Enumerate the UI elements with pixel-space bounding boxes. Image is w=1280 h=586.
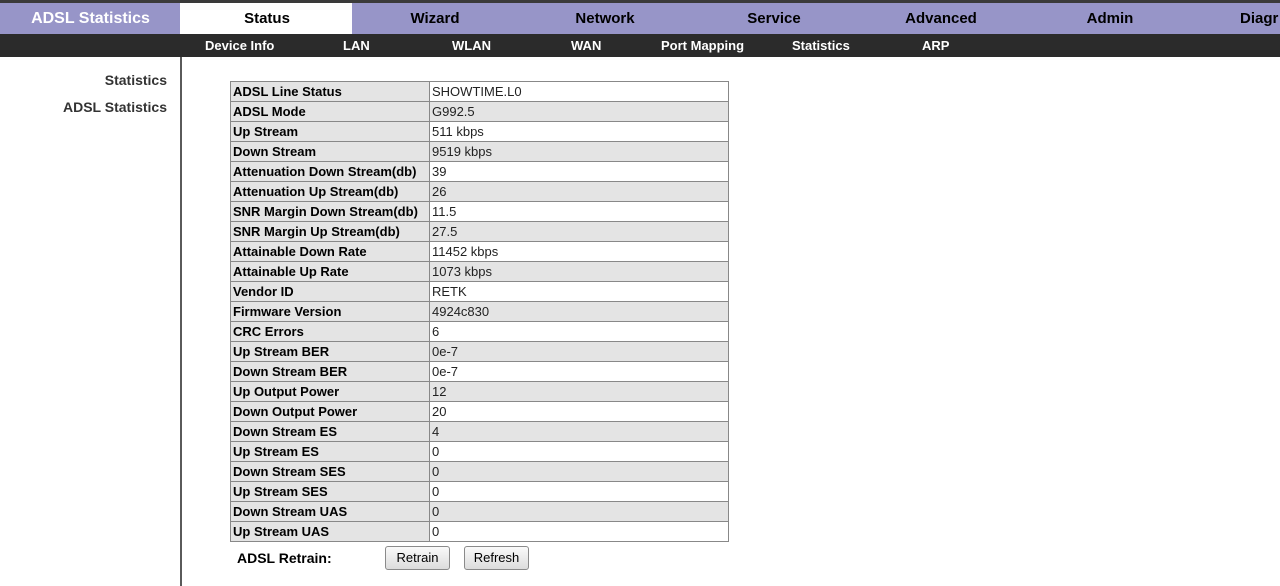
- table-row: Vendor ID RETK: [230, 281, 729, 302]
- tab-network[interactable]: Network: [520, 3, 690, 34]
- page-title: ADSL Statistics: [0, 3, 181, 34]
- stat-label: Up Stream ES: [230, 441, 430, 462]
- stat-label: ADSL Mode: [230, 101, 430, 122]
- stat-value: 9519 kbps: [429, 141, 729, 162]
- sidebar-item-statistics[interactable]: Statistics: [105, 72, 167, 88]
- stat-label: Up Stream BER: [230, 341, 430, 362]
- stat-value: 0: [429, 501, 729, 522]
- stat-value: 12: [429, 381, 729, 402]
- table-row: Down Stream ES 4: [230, 421, 729, 442]
- stat-value: 39: [429, 161, 729, 182]
- stat-value: 0e-7: [429, 361, 729, 382]
- table-row: CRC Errors 6: [230, 321, 729, 342]
- stat-label: Down Stream UAS: [230, 501, 430, 522]
- stat-label: Up Stream UAS: [230, 521, 430, 542]
- table-row: Down Stream UAS 0: [230, 501, 729, 522]
- table-row: SNR Margin Up Stream(db) 27.5: [230, 221, 729, 242]
- tab-status[interactable]: Status: [182, 3, 352, 34]
- stat-label: Attainable Up Rate: [230, 261, 430, 282]
- adsl-retrain-label: ADSL Retrain:: [237, 550, 332, 566]
- stat-value: G992.5: [429, 101, 729, 122]
- stat-value: 0e-7: [429, 341, 729, 362]
- table-row: Down Stream SES 0: [230, 461, 729, 482]
- table-row: Up Stream ES 0: [230, 441, 729, 462]
- stat-label: Down Stream BER: [230, 361, 430, 382]
- stat-value: 0: [429, 441, 729, 462]
- stat-value: 6: [429, 321, 729, 342]
- stat-value: 26: [429, 181, 729, 202]
- stat-value: 11452 kbps: [429, 241, 729, 262]
- stat-label: Down Stream: [230, 141, 430, 162]
- stat-label: Firmware Version: [230, 301, 430, 322]
- stat-label: Up Stream: [230, 121, 430, 142]
- stat-label: SNR Margin Down Stream(db): [230, 201, 430, 222]
- table-row: Firmware Version 4924c830: [230, 301, 729, 322]
- refresh-button[interactable]: Refresh: [464, 546, 529, 570]
- stat-label: CRC Errors: [230, 321, 430, 342]
- stat-label: Attenuation Down Stream(db): [230, 161, 430, 182]
- sub-nav: Device Info LAN WLAN WAN Port Mapping St…: [0, 34, 1280, 57]
- tab-service[interactable]: Service: [690, 3, 858, 34]
- table-row: Up Stream UAS 0: [230, 521, 729, 542]
- stat-label: Attenuation Up Stream(db): [230, 181, 430, 202]
- table-row: Up Stream BER 0e-7: [230, 341, 729, 362]
- table-row: ADSL Line Status SHOWTIME.L0: [230, 81, 729, 102]
- stat-label: Down Stream ES: [230, 421, 430, 442]
- table-row: Down Stream 9519 kbps: [230, 141, 729, 162]
- table-row: Up Stream SES 0: [230, 481, 729, 502]
- subnav-statistics[interactable]: Statistics: [792, 34, 850, 57]
- sidebar-divider: [180, 57, 182, 586]
- table-row: Attainable Down Rate 11452 kbps: [230, 241, 729, 262]
- stat-value: 0: [429, 481, 729, 502]
- adsl-stats-table: ADSL Line Status SHOWTIME.L0 ADSL Mode G992…: [230, 81, 729, 542]
- stat-value: 20: [429, 401, 729, 422]
- subnav-arp[interactable]: ARP: [922, 34, 949, 57]
- table-row: Down Output Power 20: [230, 401, 729, 422]
- tab-advanced[interactable]: Advanced: [858, 3, 1024, 34]
- tab-diagnostics[interactable]: Diagr: [1240, 3, 1278, 34]
- stat-value: 511 kbps: [429, 121, 729, 142]
- table-row: Attenuation Up Stream(db) 26: [230, 181, 729, 202]
- stat-value: 4: [429, 421, 729, 442]
- stat-label: Down Output Power: [230, 401, 430, 422]
- stat-label: Up Stream SES: [230, 481, 430, 502]
- stat-value: 0: [429, 461, 729, 482]
- stat-value: 27.5: [429, 221, 729, 242]
- stat-value: 11.5: [429, 201, 729, 222]
- stat-label: Down Stream SES: [230, 461, 430, 482]
- table-row: Up Output Power 12: [230, 381, 729, 402]
- table-row: ADSL Mode G992.5: [230, 101, 729, 122]
- stat-value: SHOWTIME.L0: [429, 81, 729, 102]
- stat-value: 0: [429, 521, 729, 542]
- table-row: SNR Margin Down Stream(db) 11.5: [230, 201, 729, 222]
- stat-label: SNR Margin Up Stream(db): [230, 221, 430, 242]
- tab-wizard[interactable]: Wizard: [352, 3, 518, 34]
- table-row: Down Stream BER 0e-7: [230, 361, 729, 382]
- stat-value: RETK: [429, 281, 729, 302]
- retrain-button[interactable]: Retrain: [385, 546, 450, 570]
- table-row: Up Stream 511 kbps: [230, 121, 729, 142]
- subnav-wan[interactable]: WAN: [571, 34, 601, 57]
- stat-label: ADSL Line Status: [230, 81, 430, 102]
- stat-label: Vendor ID: [230, 281, 430, 302]
- table-row: Attenuation Down Stream(db) 39: [230, 161, 729, 182]
- tab-admin[interactable]: Admin: [1026, 3, 1194, 34]
- subnav-port-mapping[interactable]: Port Mapping: [661, 34, 744, 57]
- header-bar: ADSL Statistics Status Wizard Network Se…: [0, 3, 1280, 34]
- stat-label: Attainable Down Rate: [230, 241, 430, 262]
- table-row: Attainable Up Rate 1073 kbps: [230, 261, 729, 282]
- stat-value: 4924c830: [429, 301, 729, 322]
- subnav-wlan[interactable]: WLAN: [452, 34, 491, 57]
- stat-value: 1073 kbps: [429, 261, 729, 282]
- stat-label: Up Output Power: [230, 381, 430, 402]
- subnav-lan[interactable]: LAN: [343, 34, 370, 57]
- sidebar-item-adsl-statistics[interactable]: ADSL Statistics: [63, 99, 167, 115]
- subnav-device-info[interactable]: Device Info: [205, 34, 274, 57]
